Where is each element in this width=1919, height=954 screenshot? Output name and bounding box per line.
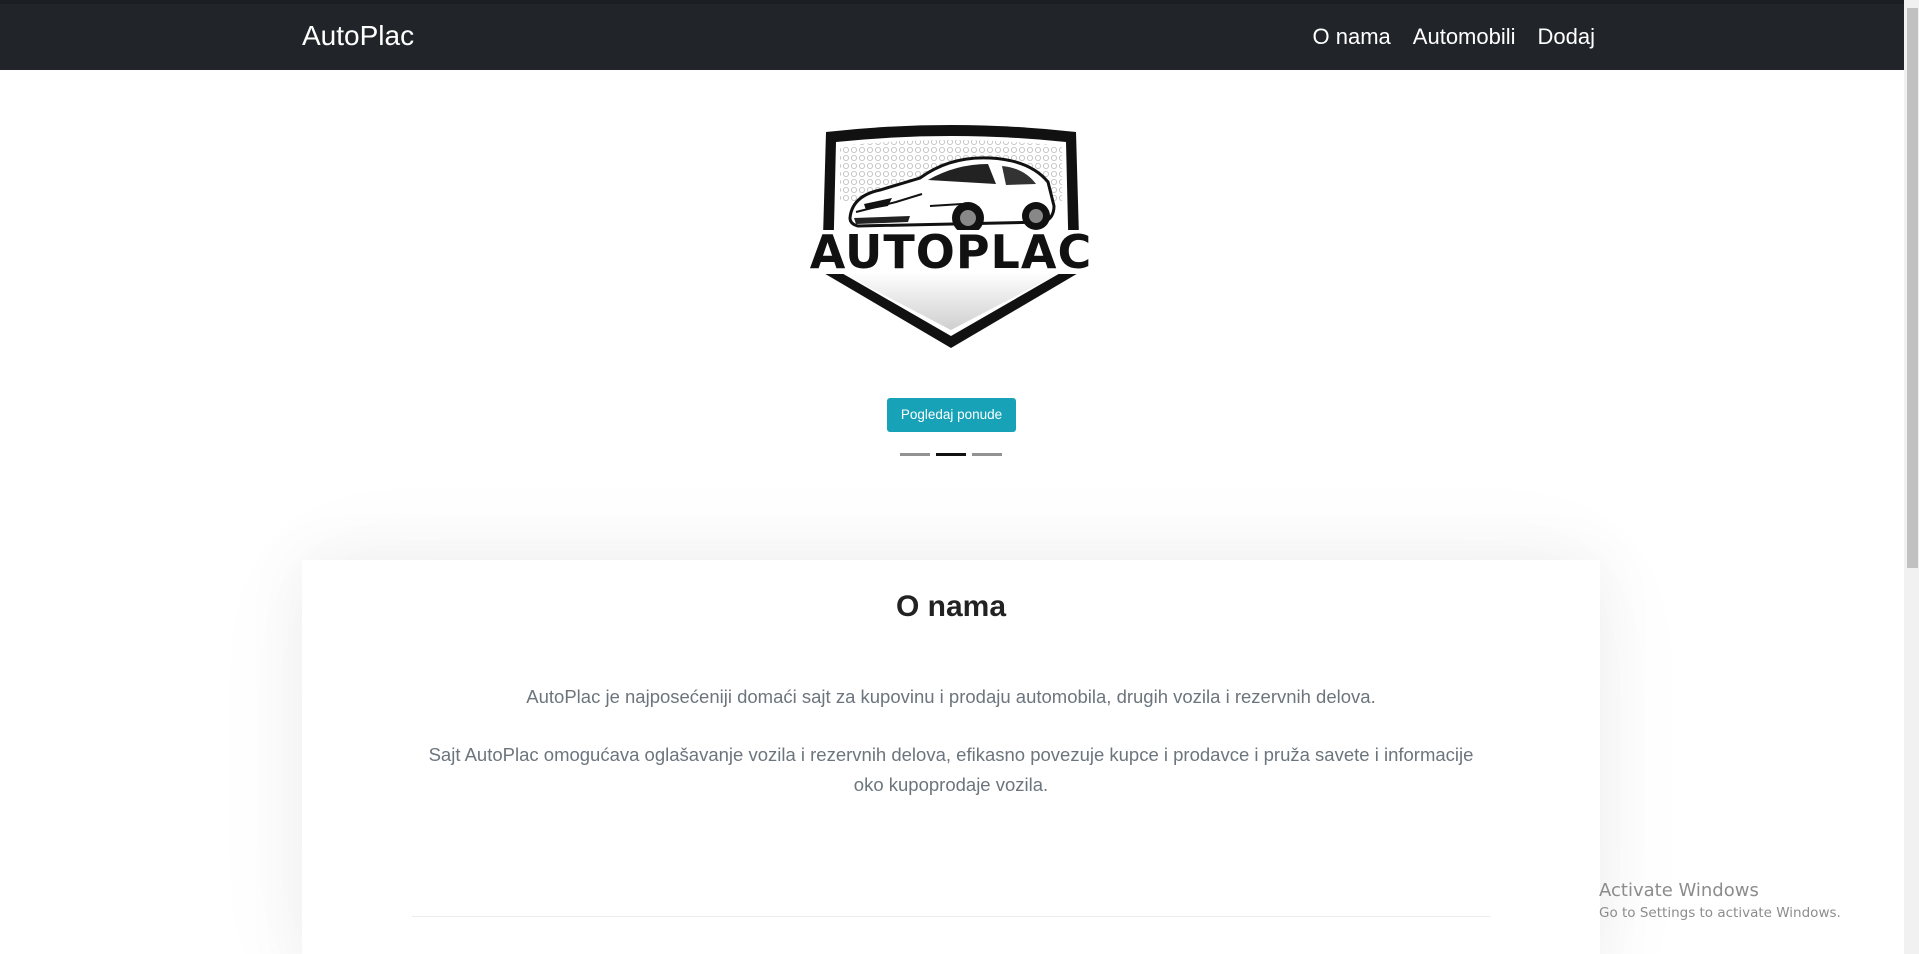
hero-carousel: AUTOPLAC Pogledaj ponude (0, 70, 1904, 490)
brand-link[interactable]: AutoPlac (302, 20, 414, 52)
about-paragraph-2: Sajt AutoPlac omogućava oglašavanje vozi… (428, 744, 1474, 795)
page: AutoPlac O nama Automobili Dodaj AUTOPLA… (0, 0, 1919, 954)
watermark-title: Activate Windows (1599, 880, 1759, 901)
nav-link-o-nama[interactable]: O nama (1313, 24, 1391, 50)
navbar: AutoPlac O nama Automobili Dodaj (0, 4, 1904, 70)
carousel-indicator-2[interactable] (936, 453, 966, 456)
carousel-indicator-1[interactable] (900, 453, 930, 456)
nav-link-automobili[interactable]: Automobili (1413, 24, 1516, 50)
about-title: O nama (895, 590, 1007, 623)
carousel-indicators (900, 453, 1002, 456)
view-offers-button[interactable]: Pogledaj ponude (887, 398, 1016, 432)
about-section: O nama AutoPlac je najposećeniji domaći … (302, 560, 1600, 954)
divider (412, 916, 1490, 917)
windows-activation-watermark: Activate Windows Go to Settings to activ… (1599, 880, 1841, 922)
scrollbar[interactable] (1904, 0, 1919, 954)
watermark-subtitle: Go to Settings to activate Windows. (1599, 905, 1841, 921)
nav-links: O nama Automobili Dodaj (1313, 24, 1595, 50)
logo-text: AUTOPLAC (810, 225, 1092, 279)
scrollbar-thumb[interactable] (1907, 8, 1918, 568)
about-paragraph-1: AutoPlac je najposećeniji domaći sajt za… (526, 686, 1376, 707)
carousel-indicator-3[interactable] (972, 453, 1002, 456)
autoplac-logo: AUTOPLAC (810, 122, 1092, 348)
nav-link-dodaj[interactable]: Dodaj (1538, 24, 1595, 50)
